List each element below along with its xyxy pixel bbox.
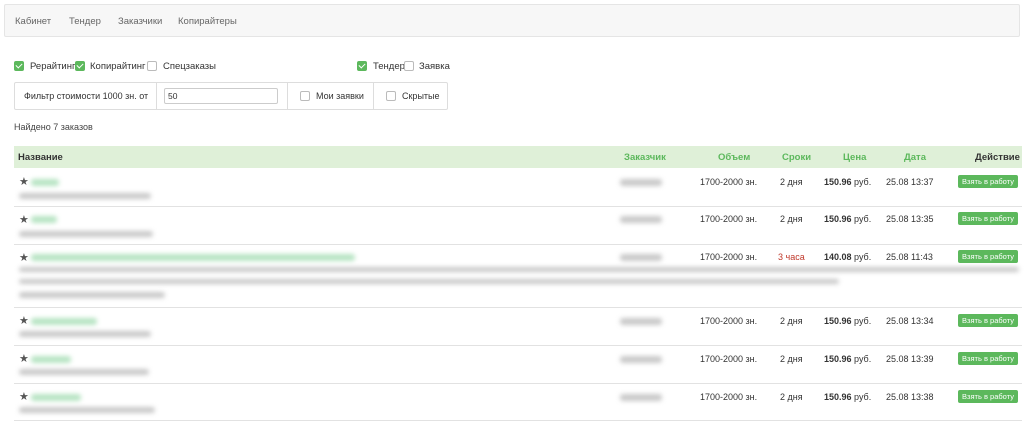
- order-title-link[interactable]: [31, 179, 59, 186]
- order-meta: [19, 407, 155, 413]
- header-customer[interactable]: Заказчик: [624, 152, 666, 163]
- tender-checkbox[interactable]: [357, 61, 367, 71]
- customer-name[interactable]: [620, 356, 662, 363]
- hidden-label: Скрытые: [402, 91, 440, 101]
- customer-name[interactable]: [620, 216, 662, 223]
- customer-name[interactable]: [620, 394, 662, 401]
- order-description: [19, 267, 1019, 272]
- header-deadline[interactable]: Сроки: [782, 152, 811, 163]
- table-header: [14, 146, 1022, 168]
- row-deadline: 2 дня: [780, 177, 803, 187]
- star-icon[interactable]: ★: [19, 251, 29, 264]
- row-date: 25.08 13:35: [886, 214, 934, 224]
- special-orders-label: Спецзаказы: [163, 61, 216, 72]
- tender-label: Тендер: [373, 61, 405, 72]
- order-title-link[interactable]: [31, 394, 81, 401]
- price-filter-label: Фильтр стоимости 1000 зн. от: [24, 91, 149, 101]
- request-label: Заявка: [419, 61, 450, 72]
- special-orders-checkbox[interactable]: [147, 61, 157, 71]
- star-icon[interactable]: ★: [19, 314, 29, 327]
- hidden-checkbox[interactable]: [386, 91, 396, 101]
- row-price: 140.08 руб.: [824, 252, 872, 262]
- row-price: 150.96 руб.: [824, 177, 872, 187]
- customer-name[interactable]: [620, 179, 662, 186]
- order-title-link[interactable]: [31, 254, 355, 261]
- copywriting-checkbox[interactable]: [75, 61, 85, 71]
- nav-tender[interactable]: Тендер: [69, 16, 101, 27]
- table-row: [14, 207, 1022, 245]
- star-icon[interactable]: ★: [19, 390, 29, 403]
- row-volume: 1700-2000 зн.: [700, 252, 758, 262]
- take-order-button[interactable]: Взять в работу: [958, 250, 1018, 263]
- order-title-link[interactable]: [31, 216, 57, 223]
- row-volume: 1700-2000 зн.: [700, 214, 758, 224]
- nav-customers[interactable]: Заказчики: [118, 16, 162, 27]
- request-checkbox[interactable]: [404, 61, 414, 71]
- order-meta: [19, 193, 151, 199]
- row-deadline: 3 часа: [778, 252, 805, 262]
- table-row: [14, 346, 1022, 384]
- nav-copywriters[interactable]: Копирайтеры: [178, 16, 237, 27]
- header-action: Действие: [975, 152, 1020, 163]
- found-count: Найдено 7 заказов: [14, 122, 93, 132]
- row-price: 150.96 руб.: [824, 316, 872, 326]
- row-volume: 1700-2000 зн.: [700, 354, 758, 364]
- row-deadline: 2 дня: [780, 392, 803, 402]
- table-row: [14, 384, 1022, 421]
- take-order-button[interactable]: Взять в работу: [958, 175, 1018, 188]
- top-navbar: Кабинет Тендер Заказчики Копирайтеры: [4, 4, 1020, 37]
- nav-cabinet[interactable]: Кабинет: [15, 16, 51, 27]
- rewriting-checkbox[interactable]: [14, 61, 24, 71]
- row-date: 25.08 11:43: [886, 252, 933, 262]
- order-title-link[interactable]: [31, 356, 71, 363]
- customer-name[interactable]: [620, 254, 662, 261]
- take-order-button[interactable]: Взять в работу: [958, 314, 1018, 327]
- header-price[interactable]: Цена: [843, 152, 866, 163]
- order-meta: [19, 369, 149, 375]
- row-date: 25.08 13:34: [886, 316, 934, 326]
- order-title-link[interactable]: [31, 318, 97, 325]
- order-meta: [19, 292, 165, 298]
- rewriting-label: Рерайтинг: [30, 61, 76, 72]
- star-icon[interactable]: ★: [19, 213, 29, 226]
- row-volume: 1700-2000 зн.: [700, 392, 758, 402]
- order-meta: [19, 231, 153, 237]
- row-volume: 1700-2000 зн.: [700, 177, 758, 187]
- row-date: 25.08 13:37: [886, 177, 934, 187]
- row-deadline: 2 дня: [780, 214, 803, 224]
- header-date[interactable]: Дата: [904, 152, 926, 163]
- table-row: [14, 168, 1022, 207]
- my-requests-checkbox[interactable]: [300, 91, 310, 101]
- copywriting-label: Копирайтинг: [90, 61, 146, 72]
- row-price: 150.96 руб.: [824, 392, 872, 402]
- row-deadline: 2 дня: [780, 354, 803, 364]
- order-description: [19, 279, 839, 284]
- take-order-button[interactable]: Взять в работу: [958, 390, 1018, 403]
- header-title[interactable]: Название: [18, 152, 63, 163]
- take-order-button[interactable]: Взять в работу: [958, 212, 1018, 225]
- order-meta: [19, 331, 151, 337]
- my-requests-label: Мои заявки: [316, 91, 364, 101]
- row-deadline: 2 дня: [780, 316, 803, 326]
- table-row: [14, 308, 1022, 346]
- row-price: 150.96 руб.: [824, 354, 872, 364]
- star-icon[interactable]: ★: [19, 175, 29, 188]
- row-date: 25.08 13:39: [886, 354, 934, 364]
- take-order-button[interactable]: Взять в работу: [958, 352, 1018, 365]
- header-volume[interactable]: Объем: [718, 152, 750, 163]
- row-volume: 1700-2000 зн.: [700, 316, 758, 326]
- row-price: 150.96 руб.: [824, 214, 872, 224]
- customer-name[interactable]: [620, 318, 662, 325]
- star-icon[interactable]: ★: [19, 352, 29, 365]
- row-date: 25.08 13:38: [886, 392, 934, 402]
- price-filter-input[interactable]: [164, 88, 278, 104]
